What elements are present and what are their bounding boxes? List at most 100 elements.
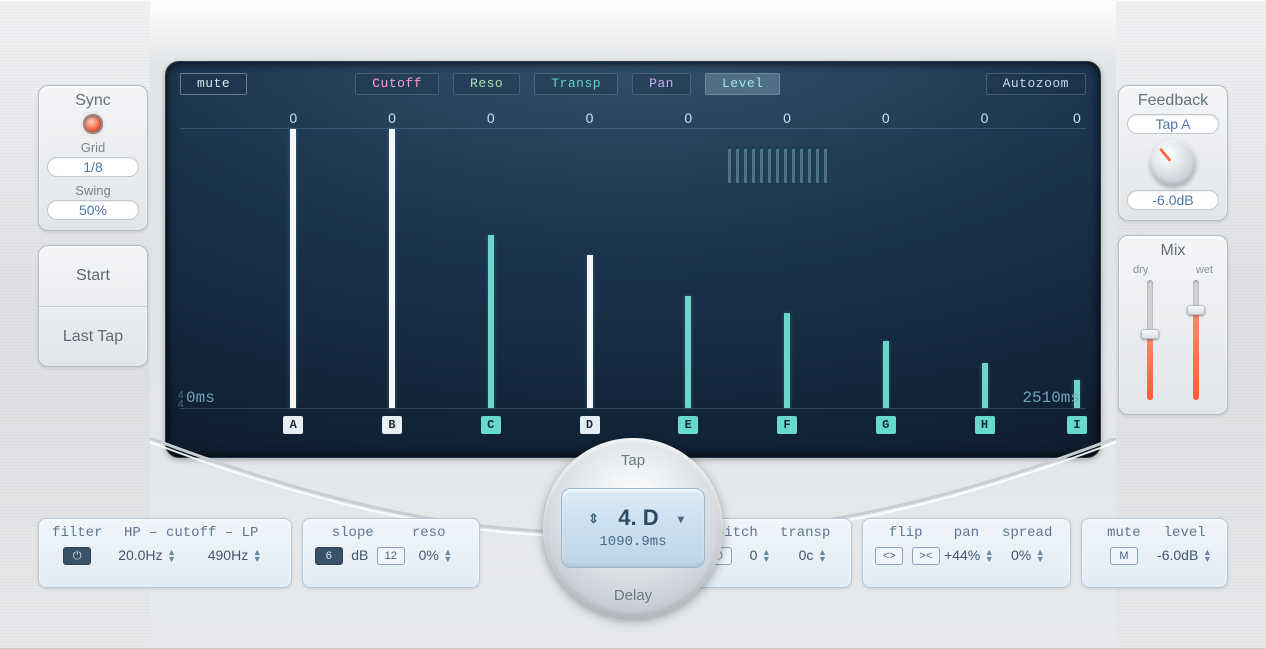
tap-marker-B[interactable]: B bbox=[382, 416, 402, 434]
stepper-icon[interactable] bbox=[167, 549, 177, 563]
tap-marker-I[interactable]: I bbox=[1067, 416, 1087, 434]
flip-lr-icon[interactable]: <> bbox=[875, 547, 903, 565]
tap-display: mute Cutoff Reso Transp Pan Level Autozo… bbox=[165, 61, 1101, 458]
start-button[interactable]: Start bbox=[39, 246, 147, 306]
stepper-icon[interactable] bbox=[817, 549, 827, 563]
slope-reso-box: slope reso 6 dB 12 0% bbox=[302, 518, 480, 588]
sync-title: Sync bbox=[47, 92, 139, 110]
stepper-icon[interactable] bbox=[443, 549, 453, 563]
tap-bar-H[interactable] bbox=[982, 363, 988, 408]
mix-wet-slider[interactable] bbox=[1193, 280, 1199, 400]
tap-marker-F[interactable]: F bbox=[777, 416, 797, 434]
stepper-icon[interactable] bbox=[252, 549, 262, 563]
feedback-tap-select[interactable]: Tap A bbox=[1127, 114, 1219, 134]
filter-power[interactable]: ⏻ bbox=[51, 547, 104, 565]
tap-bar-G[interactable] bbox=[883, 341, 889, 408]
tap-marker-H[interactable]: H bbox=[975, 416, 995, 434]
tab-transp[interactable]: Transp bbox=[534, 73, 618, 95]
stepper-icon[interactable] bbox=[1035, 549, 1045, 563]
mix-title: Mix bbox=[1127, 242, 1219, 260]
transp-header: transp bbox=[771, 525, 839, 541]
mute-icon[interactable]: M bbox=[1110, 547, 1138, 565]
spectrogram-icon bbox=[728, 149, 828, 183]
mix-dry-slider[interactable] bbox=[1147, 280, 1153, 400]
tap-readout-I: 0 bbox=[1073, 110, 1081, 126]
filter-lp-value[interactable]: 490Hz bbox=[191, 547, 279, 565]
flip-pan-box: flip pan spread <> >< +44% 0% bbox=[862, 518, 1070, 588]
tab-reso[interactable]: Reso bbox=[453, 73, 520, 95]
mix-panel: Mix dry wet bbox=[1118, 235, 1228, 415]
power-icon[interactable]: ⏻ bbox=[63, 547, 91, 565]
tab-pan[interactable]: Pan bbox=[632, 73, 691, 95]
grid-area[interactable]: 000000000 44 0ms 2510ms ABCDEFGHI bbox=[180, 110, 1086, 439]
dial-center[interactable]: ⇕ 4. D ▾ 1090.9ms bbox=[561, 488, 705, 568]
stepper-icon[interactable] bbox=[761, 549, 771, 563]
flip-buttons[interactable]: <> >< bbox=[875, 547, 939, 565]
pitch-cents[interactable]: 0c bbox=[787, 547, 840, 565]
tap-bar-B[interactable] bbox=[389, 129, 395, 408]
slope-12-btn[interactable]: 12 bbox=[377, 547, 405, 565]
pan-header: pan bbox=[936, 525, 997, 541]
mute-button[interactable]: M bbox=[1094, 547, 1155, 565]
dial-top-label: Tap bbox=[543, 452, 723, 469]
flip-rl-icon[interactable]: >< bbox=[912, 547, 940, 565]
tap-selector-value[interactable]: 4. D bbox=[618, 505, 658, 530]
slope-6-btn[interactable]: 6 bbox=[315, 547, 343, 565]
tap-selector[interactable]: ⇕ 4. D ▾ bbox=[582, 506, 684, 532]
tap-bar-A[interactable] bbox=[290, 129, 296, 408]
tap-marker-A[interactable]: A bbox=[283, 416, 303, 434]
tap-marker-D[interactable]: D bbox=[580, 416, 600, 434]
spread-value[interactable]: 0% bbox=[999, 547, 1058, 565]
tap-selector-dropdown-icon[interactable]: ▾ bbox=[678, 512, 684, 526]
pitch-semi[interactable]: 0 bbox=[734, 547, 787, 565]
dial-bottom-label: Delay bbox=[543, 587, 723, 604]
filter-header: filter bbox=[51, 525, 104, 541]
filter-hp-value[interactable]: 20.0Hz bbox=[104, 547, 192, 565]
spread-header: spread bbox=[997, 525, 1058, 541]
stepper-icon[interactable] bbox=[984, 549, 994, 563]
tab-level[interactable]: Level bbox=[705, 73, 781, 95]
plugin-window: Sync Grid 1/8 Swing 50% Start Last Tap F… bbox=[0, 0, 1266, 649]
mix-dry-label: dry bbox=[1133, 264, 1148, 276]
tap-bars-area[interactable] bbox=[180, 128, 1086, 409]
tab-autozoom[interactable]: Autozoom bbox=[986, 73, 1086, 95]
mute-header: mute bbox=[1094, 525, 1155, 541]
timeline-end: 2510ms bbox=[1022, 389, 1080, 407]
tap-marker-C[interactable]: C bbox=[481, 416, 501, 434]
slope-header: slope bbox=[315, 525, 391, 541]
last-tap-button[interactable]: Last Tap bbox=[39, 306, 147, 366]
tap-bar-F[interactable] bbox=[784, 313, 790, 408]
slope-value[interactable]: 6 dB 12 bbox=[315, 547, 405, 565]
tap-delay-dial: Tap ⇕ 4. D ▾ 1090.9ms Delay bbox=[543, 438, 723, 618]
tap-selector-step-icon[interactable]: ⇕ bbox=[588, 511, 599, 526]
tap-bar-E[interactable] bbox=[685, 296, 691, 408]
reso-header: reso bbox=[391, 525, 467, 541]
mute-level-box: mute level M -6.0dB bbox=[1081, 518, 1228, 588]
tap-delay-ms[interactable]: 1090.9ms bbox=[599, 534, 666, 550]
reso-value[interactable]: 0% bbox=[405, 547, 467, 565]
tap-bar-D[interactable] bbox=[587, 255, 593, 408]
feedback-knob[interactable] bbox=[1150, 140, 1196, 186]
swing-value[interactable]: 50% bbox=[47, 200, 139, 220]
level-value[interactable]: -6.0dB bbox=[1154, 547, 1215, 565]
stepper-icon[interactable] bbox=[1202, 549, 1212, 563]
sync-led-icon[interactable] bbox=[83, 114, 103, 134]
tab-mute[interactable]: mute bbox=[180, 73, 247, 95]
tap-timeline[interactable]: A B C D E F G H I bbox=[180, 409, 1086, 439]
tap-marker-E[interactable]: E bbox=[678, 416, 698, 434]
filter-cutoff-header: HP – cutoff – LP bbox=[104, 525, 279, 541]
tap-marker-G[interactable]: G bbox=[876, 416, 896, 434]
feedback-value[interactable]: -6.0dB bbox=[1127, 190, 1219, 210]
timeline-start: 0ms bbox=[186, 389, 215, 407]
tap-bar-C[interactable] bbox=[488, 235, 494, 408]
pan-value[interactable]: +44% bbox=[940, 547, 999, 565]
tap-readout-F: 0 bbox=[783, 110, 791, 126]
tap-readout-H: 0 bbox=[981, 110, 989, 126]
tab-cutoff[interactable]: Cutoff bbox=[355, 73, 439, 95]
feedback-title: Feedback bbox=[1127, 92, 1219, 110]
feedback-panel: Feedback Tap A -6.0dB bbox=[1118, 85, 1228, 221]
mix-labels: dry wet bbox=[1127, 264, 1219, 276]
grid-value[interactable]: 1/8 bbox=[47, 157, 139, 177]
left-column: Sync Grid 1/8 Swing 50% Start Last Tap bbox=[38, 85, 148, 367]
flip-header: flip bbox=[875, 525, 936, 541]
